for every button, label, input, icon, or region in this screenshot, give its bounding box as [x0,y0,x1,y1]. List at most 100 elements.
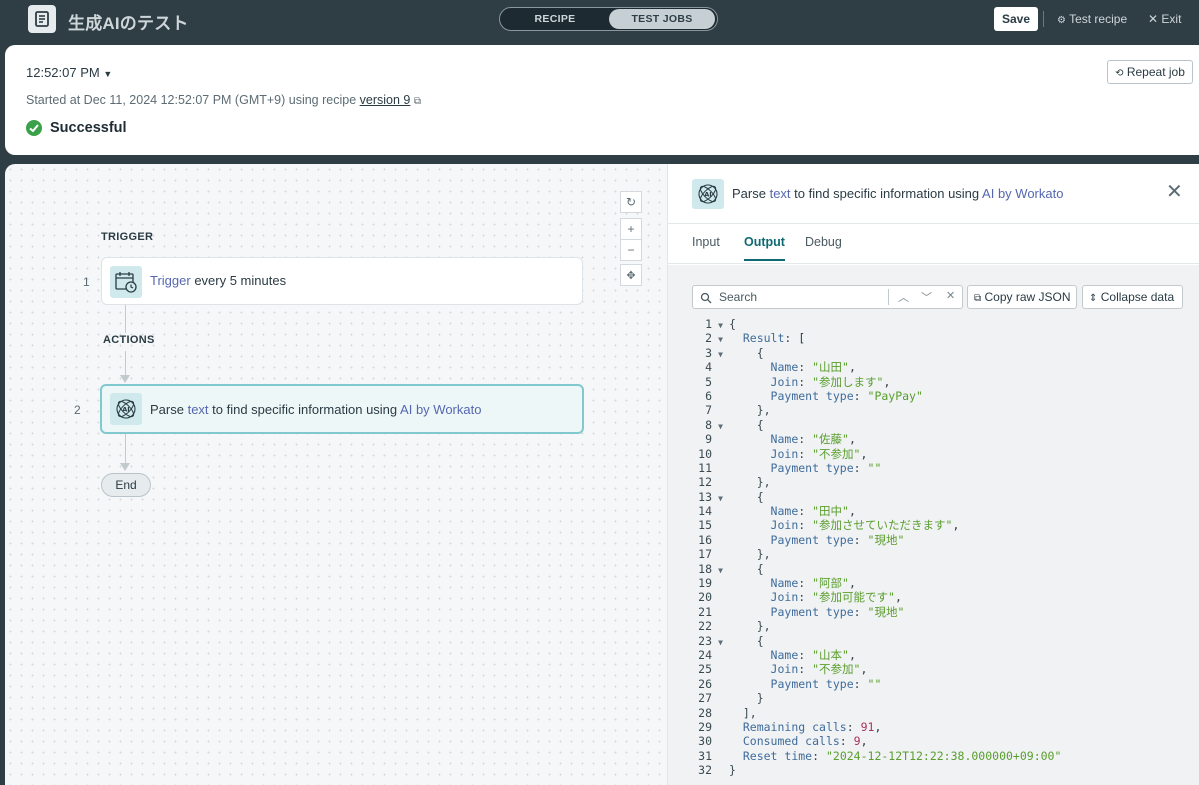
repeat-job-button[interactable]: ⟲ Repeat job [1107,60,1193,84]
trigger-section-label: TRIGGER [101,231,154,243]
json-line: 19 Name: "阿部", [692,576,1182,590]
recipe-mode-button[interactable]: RECIPE [502,9,608,29]
search-input[interactable] [719,290,879,304]
ai-step-text: Parse text to find specific information … [150,402,481,417]
repeat-icon: ⟲ [1115,68,1124,79]
json-line: 14 Name: "田中", [692,504,1182,518]
chevron-up-icon[interactable]: ︿ [898,289,909,305]
fit-view-button[interactable]: ✥ [620,264,642,286]
line-number: 28 [698,705,712,720]
svg-text:AI: AI [122,406,129,414]
line-number: 3 [705,345,712,360]
json-line: 28 ], [692,706,1182,720]
connector-line [125,351,126,376]
zoom-out-button[interactable]: − [620,239,642,261]
job-status: Successful [26,120,127,136]
check-circle-icon [26,120,42,136]
job-time-label: 12:52:07 PM [26,65,100,80]
line-number: 15 [698,518,712,533]
reset-icon: ↻ [625,195,637,209]
line-number: 7 [705,403,712,418]
collapse-data-button[interactable]: ⇕ Collapse data [1082,285,1183,309]
line-number: 8 [705,417,712,432]
line-number: 12 [698,475,712,490]
plus-icon: + [627,222,635,236]
reset-view-button[interactable]: ↻ [620,191,642,213]
json-line-content: Join: "参加可能です", [770,590,902,605]
json-line-content: Result: [ [742,331,806,346]
line-number: 21 [698,604,712,619]
repeat-job-label: Repeat job [1126,65,1185,79]
trigger-keyword: Trigger [150,273,191,288]
json-line-content: Payment type: "" [770,460,882,475]
trigger-step[interactable]: Trigger every 5 minutes [101,257,583,305]
json-line-content: Name: "山田", [770,360,856,375]
job-started-info: Started at Dec 11, 2024 12:52:07 PM (GMT… [26,93,421,107]
json-line: 13 ▼ { [692,490,1182,504]
chevron-down-icon[interactable]: ﹀ [921,289,932,305]
json-line-content: } [729,691,764,706]
ai-parse-step[interactable]: AI Parse text to find specific informati… [100,384,584,434]
close-panel-button[interactable]: ✕ [1166,182,1183,202]
json-line: 20 Join: "参加可能です", [692,590,1182,604]
recipe-title[interactable]: 生成AIのテスト [68,9,189,34]
json-line: 8 ▼ { [692,418,1182,432]
tab-output[interactable]: Output [744,235,785,261]
tab-debug[interactable]: Debug [805,235,842,259]
json-line: 32} [692,763,1182,777]
output-search: ︿ ﹀ ✕ [692,285,963,309]
arrow-down-icon [120,375,130,383]
toolbar-divider [1043,11,1044,27]
ai-step-app: AI by Workato [400,402,482,417]
json-line: 9 Name: "佐藤", [692,432,1182,446]
line-number: 10 [698,446,712,461]
output-area: ︿ ﹀ ✕ ⧉ Copy raw JSON ⇕ Collapse data 1▼… [668,265,1199,785]
save-button[interactable]: Save [994,7,1038,31]
json-line: 5 Join: "参加します", [692,375,1182,389]
json-line: 2 ▼ Result: [ [692,331,1182,345]
zoom-in-button[interactable]: + [620,218,642,240]
line-number: 31 [698,748,712,763]
caret-down-icon: ▼ [103,69,113,79]
json-line-content: { [729,417,764,432]
ai-step-pill[interactable]: text [188,402,209,417]
json-line-content: Name: "佐藤", [770,432,856,447]
trigger-description: every 5 minutes [190,273,287,288]
recipe-icon[interactable] [28,5,56,33]
json-line-content: Payment type: "現地" [770,604,905,619]
json-line-content: Remaining calls: 91, [742,719,882,734]
search-divider [888,289,889,305]
json-line: 26 Payment type: "" [692,677,1182,691]
clear-search-icon[interactable]: ✕ [946,289,955,302]
job-time-selector[interactable]: 12:52:07 PM ▼ [26,65,112,80]
line-number: 26 [698,676,712,691]
line-number: 17 [698,547,712,562]
test-recipe-button[interactable]: ⚙ Test recipe [1057,12,1127,26]
json-line: 12 }, [692,475,1182,489]
connector-line [125,305,126,333]
json-line: 23 ▼ { [692,634,1182,648]
json-line: 25 Join: "不参加", [692,662,1182,676]
panel-title-pill: text [769,186,791,201]
line-number: 32 [698,763,712,778]
external-link-icon[interactable]: ⧉ [414,96,421,107]
panel-header: AI Parse text to find specific informati… [668,164,1199,224]
version-link[interactable]: version 9 [360,93,411,107]
line-number: 30 [698,734,712,749]
move-icon: ✥ [626,270,636,282]
json-line: 10 Join: "不参加", [692,447,1182,461]
line-number: 14 [698,504,712,519]
json-line-content: Name: "阿部", [770,576,856,591]
exit-button[interactable]: ✕ Exit [1148,12,1181,26]
gear-icon: ⚙ [1057,15,1066,26]
test-jobs-mode-button[interactable]: TEST JOBS [609,9,715,29]
json-line-content: } [729,763,736,778]
step-number-2: 2 [74,403,81,417]
recipe-canvas[interactable]: TRIGGER 1 Trigger every 5 minutes ACTION… [5,164,667,785]
line-number: 2 [705,331,712,346]
copy-raw-json-button[interactable]: ⧉ Copy raw JSON [967,285,1077,309]
line-number: 1 [705,317,712,331]
json-line-content: Join: "参加させていただきます", [770,518,960,533]
trigger-step-text: Trigger every 5 minutes [150,273,286,288]
tab-input[interactable]: Input [692,235,720,259]
